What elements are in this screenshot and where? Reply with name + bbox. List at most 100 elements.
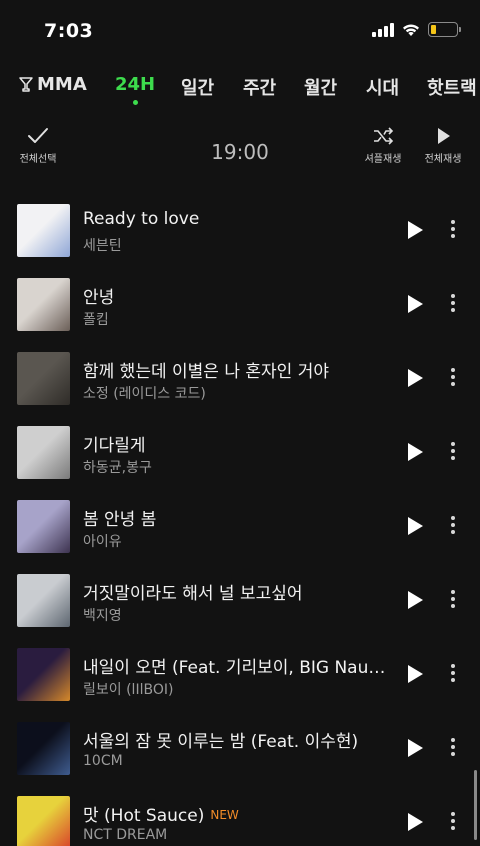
new-badge: NEW — [210, 808, 239, 822]
play-icon — [408, 739, 423, 757]
play-icon — [408, 517, 423, 535]
song-artist: 세븐틴 — [83, 238, 122, 254]
scrollbar[interactable] — [474, 770, 477, 840]
dot — [451, 375, 455, 379]
tab-monthly[interactable]: 월간 — [304, 74, 337, 100]
album-art[interactable] — [17, 426, 70, 479]
dot — [451, 752, 455, 756]
tab-label: MMA — [37, 74, 87, 95]
tab-label: 주간 — [243, 78, 277, 99]
dot — [451, 597, 455, 601]
album-art[interactable] — [17, 574, 70, 627]
song-artist: 소정 (레이디스 코드) — [83, 386, 206, 402]
play-icon — [408, 221, 423, 239]
dot — [451, 745, 455, 749]
song-title-text: 봄 안녕 봄 — [83, 510, 157, 530]
dot — [451, 678, 455, 682]
song-row[interactable]: 내일이 오면 (Feat. 기리보이, BIG Naughty) 릴보이 (lI… — [0, 637, 480, 711]
song-row[interactable]: 서울의 잠 못 이루는 밤 (Feat. 이수현) 10CM — [0, 711, 480, 785]
battery-level — [431, 25, 436, 34]
battery-icon — [428, 22, 461, 37]
album-art[interactable] — [17, 204, 70, 257]
more-options-button[interactable] — [446, 294, 460, 316]
dot — [451, 442, 455, 446]
album-art[interactable] — [17, 796, 70, 846]
active-tab-indicator — [132, 100, 138, 105]
dot — [451, 308, 455, 312]
tab-daily[interactable]: 일간 — [181, 74, 214, 100]
song-title-text: 서울의 잠 못 이루는 밤 (Feat. 이수현) — [83, 732, 359, 752]
play-button[interactable] — [405, 442, 425, 462]
album-art[interactable] — [17, 648, 70, 701]
more-options-button[interactable] — [446, 516, 460, 538]
song-title-text: 기다릴게 — [83, 436, 146, 456]
dot — [451, 604, 455, 608]
more-options-button[interactable] — [446, 738, 460, 760]
song-artist: 하동균,봉구 — [83, 460, 152, 476]
tab-label: 핫트랙 — [427, 78, 477, 99]
shuffle-play-button[interactable]: 셔플재생 — [362, 126, 404, 165]
play-button[interactable] — [405, 590, 425, 610]
chart-toolbar: 전체선택 19:00 셔플재생 전체재생 — [0, 126, 480, 178]
song-row[interactable]: 거짓말이라도 해서 널 보고싶어 백지영 — [0, 563, 480, 637]
more-options-button[interactable] — [446, 368, 460, 390]
tab-label: 24H — [115, 74, 156, 95]
song-title: 안녕 — [83, 283, 388, 308]
tab-24h[interactable]: 24H — [115, 74, 156, 105]
dot — [451, 301, 455, 305]
play-button[interactable] — [405, 368, 425, 388]
shuffle-icon — [374, 127, 394, 145]
play-icon — [408, 813, 423, 831]
play-button[interactable] — [405, 516, 425, 536]
song-row[interactable]: 함께 했는데 이별은 나 혼자인 거야 소정 (레이디스 코드) — [0, 341, 480, 415]
dot — [451, 382, 455, 386]
wifi-icon — [403, 24, 419, 36]
dot — [451, 671, 455, 675]
play-button[interactable] — [405, 220, 425, 240]
play-button[interactable] — [405, 664, 425, 684]
tab-era[interactable]: 시대 — [366, 74, 399, 100]
play-button[interactable] — [405, 738, 425, 758]
song-artist: 릴보이 (lIlBOI) — [83, 682, 174, 698]
album-art[interactable] — [17, 500, 70, 553]
song-title-text: 함께 했는데 이별은 나 혼자인 거야 — [83, 362, 329, 382]
dot — [451, 234, 455, 238]
song-title-text: Ready to love — [83, 209, 200, 229]
tab-hot-tracks[interactable]: 핫트랙 — [427, 74, 477, 100]
dot — [451, 826, 455, 830]
song-row[interactable]: 맛 (Hot Sauce) NEW NCT DREAM — [0, 785, 480, 846]
dot — [451, 819, 455, 823]
more-options-button[interactable] — [446, 590, 460, 612]
more-options-button[interactable] — [446, 442, 460, 464]
album-art[interactable] — [17, 352, 70, 405]
song-row[interactable]: 기다릴게 하동균,봉구 — [0, 415, 480, 489]
trophy-icon — [19, 77, 33, 92]
song-artist: NCT DREAM — [83, 827, 168, 843]
play-icon — [408, 443, 423, 461]
dot — [451, 294, 455, 298]
play-icon — [408, 369, 423, 387]
more-options-button[interactable] — [446, 664, 460, 686]
play-icon — [438, 128, 450, 144]
album-art[interactable] — [17, 722, 70, 775]
play-button[interactable] — [405, 294, 425, 314]
cellular-signal-icon — [372, 22, 394, 37]
tab-mma[interactable]: MMA — [18, 74, 87, 95]
play-button[interactable] — [405, 812, 425, 832]
song-row[interactable]: 봄 안녕 봄 아이유 — [0, 489, 480, 563]
dot — [451, 220, 455, 224]
play-all-button[interactable]: 전체재생 — [422, 126, 464, 165]
dot — [451, 516, 455, 520]
album-art[interactable] — [17, 278, 70, 331]
song-row[interactable]: 안녕 폴킴 — [0, 267, 480, 341]
more-options-button[interactable] — [446, 220, 460, 242]
dot — [451, 456, 455, 460]
play-icon — [408, 665, 423, 683]
tab-weekly[interactable]: 주간 — [243, 74, 276, 100]
song-row[interactable]: Ready to love 세븐틴 — [0, 193, 480, 267]
more-options-button[interactable] — [446, 812, 460, 834]
song-title: 기다릴게 — [83, 431, 388, 456]
song-title-text: 맛 (Hot Sauce) — [83, 806, 205, 826]
chart-time: 19:00 — [211, 140, 269, 164]
dot — [451, 738, 455, 742]
